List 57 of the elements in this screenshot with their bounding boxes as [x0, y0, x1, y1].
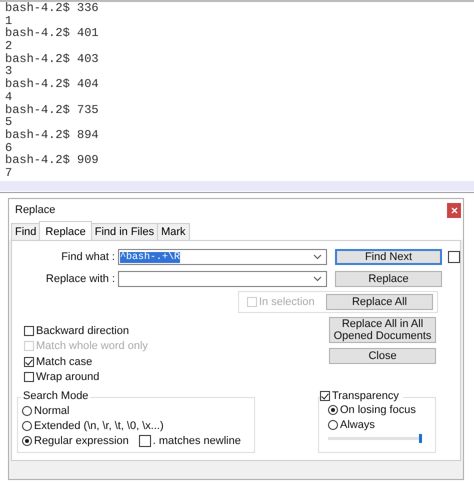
editor-line: 3: [5, 65, 12, 78]
editor-line: 6: [5, 142, 12, 154]
slider-thumb[interactable]: [419, 434, 422, 443]
close-dialog-button[interactable]: Close: [329, 348, 436, 364]
field-label: Replace with :: [46, 273, 115, 285]
editor-line: bash-4.2$ 336: [5, 2, 100, 15]
checkbox-label: In selection: [259, 296, 315, 308]
checkbox-label: Match whole word only: [36, 340, 148, 352]
replace-all-documents-button[interactable]: Replace All in All Opened Documents: [329, 317, 436, 343]
close-icon: [450, 206, 458, 214]
replace-with-field[interactable]: [118, 271, 327, 287]
editor-line: 2: [5, 40, 12, 53]
editor-line: bash-4.2$ 404: [5, 78, 100, 91]
tab[interactable]: Find in Files: [90, 223, 158, 240]
editor-line: bash-4.2$ 403: [5, 52, 100, 66]
tab[interactable]: Mark: [157, 223, 190, 240]
radio-label: Regular expression: [34, 435, 129, 448]
checkbox[interactable]: [448, 251, 460, 263]
checkbox-label: Transparency: [332, 390, 399, 402]
checkbox[interactable]: [24, 372, 34, 382]
radio-label: Normal: [34, 405, 70, 418]
replace-all-button[interactable]: Replace All: [326, 294, 433, 310]
editor-line: bash-4.2$ 401: [5, 27, 100, 40]
editor-line: 1: [5, 14, 12, 28]
field-label: Find what :: [61, 251, 115, 263]
checkbox[interactable]: [138, 435, 151, 448]
radio-button[interactable]: [22, 421, 32, 432]
find-what-field[interactable]: ^bash-.+\R: [118, 249, 327, 265]
radio-button[interactable]: [22, 436, 32, 446]
checkbox-label: Wrap around: [36, 371, 100, 384]
editor-line: 4: [5, 90, 14, 104]
checkbox[interactable]: [24, 326, 34, 336]
replace-button[interactable]: Replace: [335, 271, 442, 287]
close-button[interactable]: [447, 202, 461, 218]
radio-button[interactable]: [22, 406, 32, 416]
dropdown-icon: [313, 276, 322, 282]
radio-button[interactable]: [328, 420, 338, 430]
editor-line: bash-4.2$ 909: [5, 154, 100, 167]
checkbox-label: . matches newline: [152, 435, 241, 448]
editor-line: bash-4.2$ 894: [5, 128, 100, 142]
editor-line: 5: [5, 116, 12, 129]
checkbox[interactable]: [24, 356, 34, 367]
radio-label: Extended (\n, \r, \t, \0, \x...): [34, 420, 164, 432]
tab[interactable]: Replace: [39, 221, 92, 240]
radio-label: On losing focus: [340, 404, 416, 416]
checkbox-label: Backward direction: [36, 324, 129, 336]
find-next-button[interactable]: Find Next: [335, 249, 442, 265]
dropdown-icon: [313, 254, 322, 260]
group-title: Search Mode: [21, 390, 90, 402]
editor-line: 7: [5, 166, 14, 180]
checkbox-label: Match case: [36, 356, 92, 368]
checkbox[interactable]: [320, 391, 330, 402]
window-title: Replace: [15, 204, 56, 216]
radio-button[interactable]: [328, 405, 338, 416]
editor-line: bash-4.2$ 735: [5, 104, 100, 116]
radio-label: Always: [340, 419, 375, 432]
tab[interactable]: Find: [11, 223, 40, 240]
